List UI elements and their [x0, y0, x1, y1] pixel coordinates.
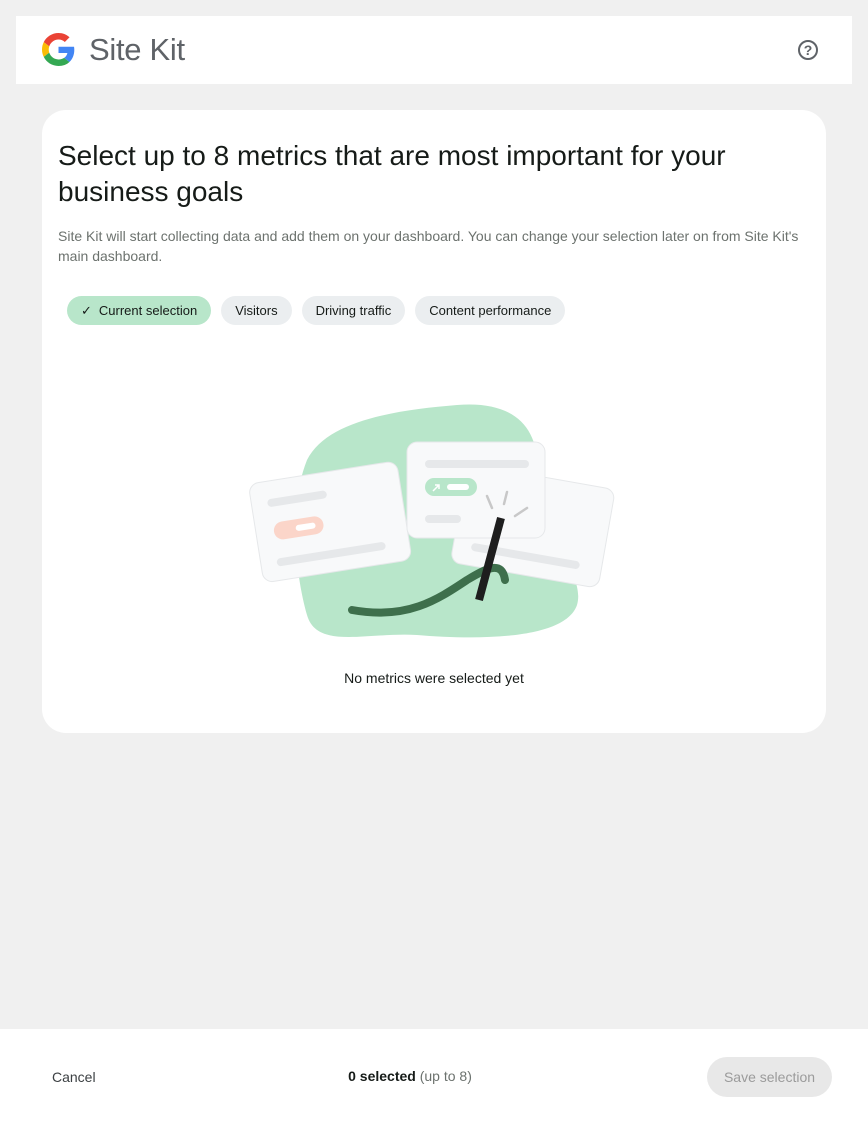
metrics-selection-panel: Select up to 8 metrics that are most imp… — [42, 110, 826, 733]
logo-text: Site Kit — [89, 32, 185, 67]
chip-label: Visitors — [235, 303, 278, 318]
metric-group-chips: ✓ Current selection Visitors Driving tra… — [67, 296, 566, 325]
google-g-icon — [42, 33, 75, 66]
chip-visitors[interactable]: Visitors — [221, 296, 292, 325]
page-description: Site Kit will start collecting data and … — [58, 228, 799, 264]
chip-label: Driving traffic — [315, 303, 392, 318]
page-title: Select up to 8 metrics that are most imp… — [58, 140, 726, 207]
selected-limit: (up to 8) — [419, 1068, 472, 1084]
chip-label: Current selection — [98, 303, 198, 318]
save-selection-button[interactable]: Save selection — [707, 1057, 832, 1097]
empty-state-message: No metrics were selected yet — [344, 670, 524, 686]
check-icon: ✓ — [81, 302, 92, 318]
selection-footer: Cancel 0 selected (up to 8) Save selecti… — [0, 1029, 868, 1124]
selected-count: 0 selected — [348, 1068, 416, 1084]
empty-state-illustration — [249, 404, 615, 638]
chip-driving-traffic[interactable]: Driving traffic — [301, 296, 406, 325]
site-kit-logo: Site Kit — [42, 33, 185, 66]
help-button[interactable]: ? — [798, 40, 818, 60]
app-header: Site Kit ? — [16, 16, 852, 84]
help-icon: ? — [803, 42, 813, 58]
chip-label: Content performance — [429, 303, 552, 318]
chip-current-selection[interactable]: ✓ Current selection — [67, 296, 212, 325]
selection-count: 0 selected (up to 8) — [0, 1068, 820, 1084]
chip-content-performance[interactable]: Content performance — [415, 296, 566, 325]
